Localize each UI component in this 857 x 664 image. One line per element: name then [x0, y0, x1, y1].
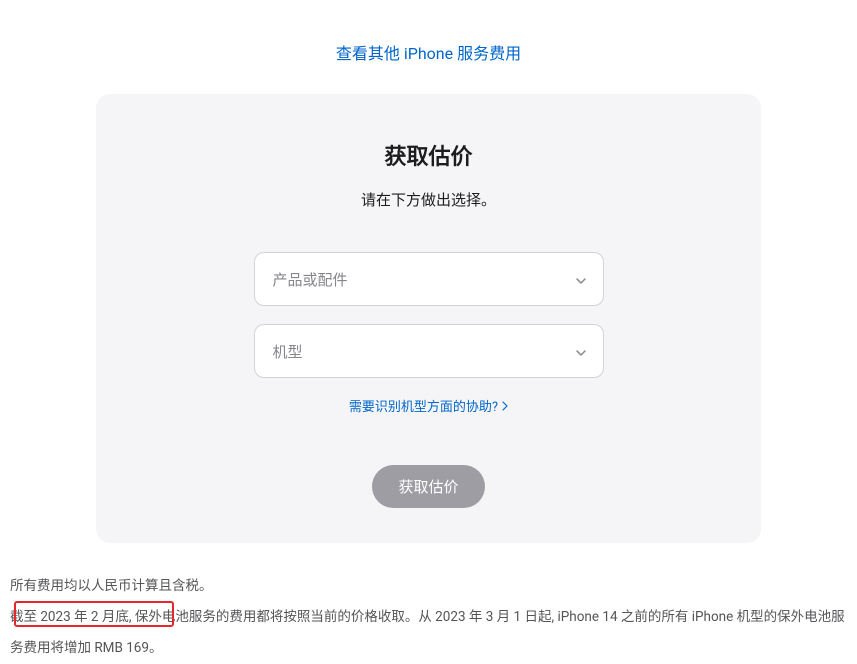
product-select[interactable]: 产品或配件 [254, 252, 604, 306]
help-link-container: 需要识别机型方面的协助? [126, 396, 731, 415]
get-estimate-button[interactable]: 获取估价 [372, 465, 484, 508]
model-select-placeholder: 机型 [273, 341, 303, 362]
footer-text: 所有费用均以人民币计算且含税。 截至 2023 年 2 月底, 保外电池服务的费… [10, 543, 847, 664]
chevron-right-icon [502, 401, 508, 411]
model-select-wrapper: 机型 [254, 324, 604, 378]
product-select-placeholder: 产品或配件 [273, 269, 348, 290]
other-iphone-services-link[interactable]: 查看其他 iPhone 服务费用 [336, 44, 521, 63]
footer-line-1: 所有费用均以人民币计算且含税。 [10, 571, 847, 602]
help-link-text: 需要识别机型方面的协助? [349, 396, 498, 415]
product-select-wrapper: 产品或配件 [254, 252, 604, 306]
chevron-down-icon [575, 273, 587, 285]
model-select[interactable]: 机型 [254, 324, 604, 378]
chevron-down-icon [575, 345, 587, 357]
footer-line-2: 截至 2023 年 2 月底, 保外电池服务的费用都将按照当前的价格收取。从 2… [10, 602, 847, 664]
card-title: 获取估价 [126, 139, 731, 171]
identify-model-help-link[interactable]: 需要识别机型方面的协助? [349, 396, 508, 415]
card-subtitle: 请在下方做出选择。 [126, 189, 731, 210]
estimate-card: 获取估价 请在下方做出选择。 产品或配件 机型 需要识别机型方面的协助? [96, 94, 761, 543]
top-link-container: 查看其他 iPhone 服务费用 [10, 0, 847, 94]
